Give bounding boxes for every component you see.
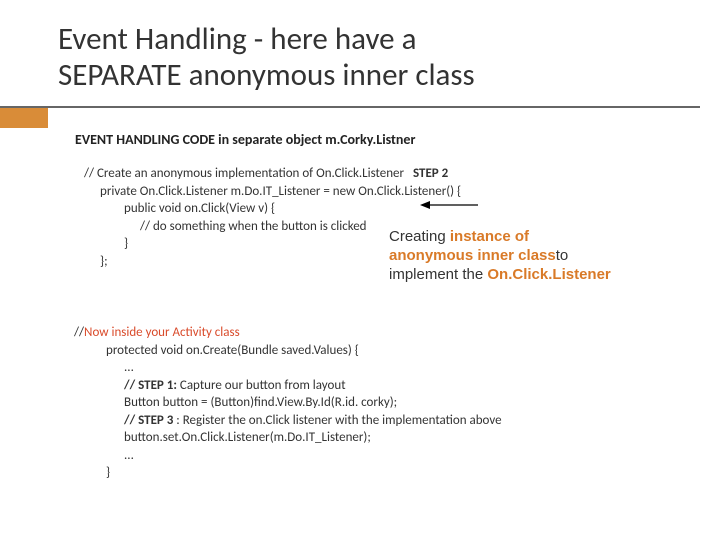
slide-title: Event Handling - here have a SEPARATE an…	[0, 0, 720, 93]
code-line: private On.Click.Listener m.Do.IT_Listen…	[84, 183, 461, 201]
accent-box	[0, 108, 48, 128]
code-line: public void on.Click(View v) {	[84, 200, 461, 218]
callout-text: implement the	[389, 266, 487, 283]
code-line: button.set.On.Click.Listener(m.Do.IT_Lis…	[74, 429, 502, 447]
code-line: Button button = (Button)find.View.By.Id(…	[74, 394, 502, 412]
callout-box: Creating instance of anonymous inner cla…	[383, 224, 701, 290]
subheading: EVENT HANDLING CODE in separate object m…	[75, 131, 415, 148]
code-line: ...	[74, 359, 502, 377]
subheading-text: EVENT HANDLING CODE in separate object	[75, 131, 325, 148]
subheading-object: m.Corky.Listner	[325, 131, 415, 148]
code-line: ...	[74, 447, 502, 465]
code-highlight: Now inside your Activity class	[84, 325, 240, 340]
callout-orange: instance of	[450, 228, 529, 245]
code-block-bottom: //Now inside your Activity class protect…	[74, 324, 502, 482]
title-underline	[0, 106, 700, 108]
code-line: // Create an anonymous implementation of…	[84, 166, 404, 181]
step1-label: // STEP 1:	[124, 378, 177, 393]
arrow-icon	[420, 196, 480, 206]
callout-text: Creating	[389, 228, 450, 245]
title-line2: SEPARATE anonymous inner class	[58, 56, 475, 94]
callout-orange: On.Click.Listener	[487, 266, 610, 283]
code-line: : Register the on.Click listener with th…	[173, 413, 501, 428]
callout-text: to	[556, 247, 569, 264]
code-line: Capture our button from layout	[177, 378, 346, 393]
callout-orange: anonymous inner class	[389, 247, 556, 264]
step3-label: // STEP 3	[124, 413, 173, 428]
code-line: protected void on.Create(Bundle saved.Va…	[74, 342, 502, 360]
title-line1: Event Handling - here have a	[58, 20, 416, 58]
code-line: }	[74, 464, 502, 482]
step2-label: STEP 2	[413, 166, 448, 181]
code-line: //	[74, 325, 84, 340]
